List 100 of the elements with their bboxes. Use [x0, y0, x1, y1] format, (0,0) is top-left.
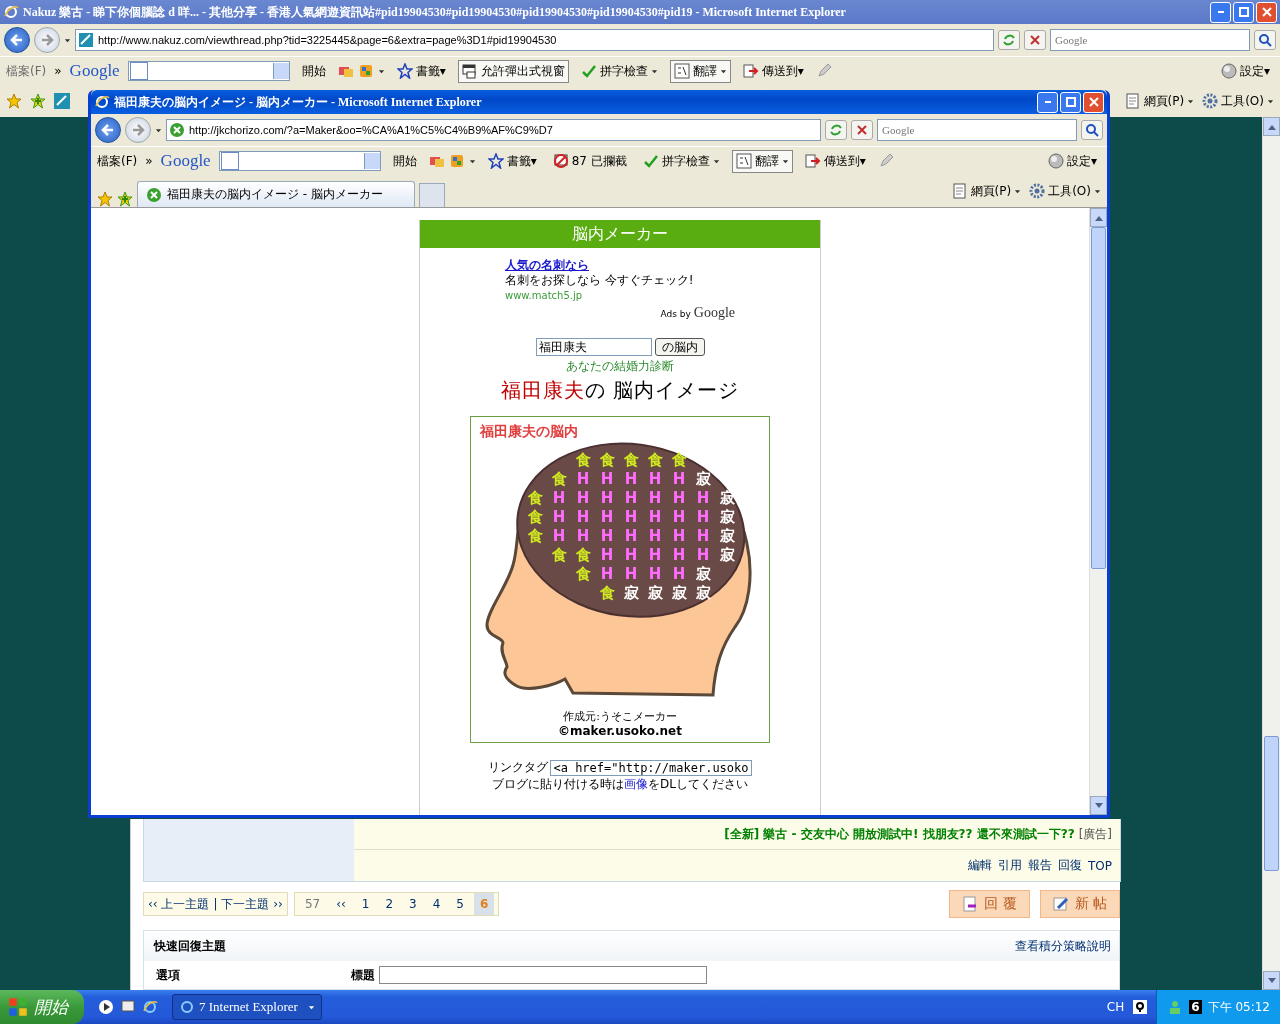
next-thread-link[interactable]: 下一主題 ›› [221, 895, 283, 913]
reply-button[interactable]: 回 覆 [949, 890, 1030, 918]
brain-word: H [600, 489, 614, 507]
brain-word: H [624, 508, 638, 526]
search-button[interactable]: 開始 [388, 149, 421, 173]
brain-word: H [648, 527, 662, 545]
search-combo[interactable] [218, 151, 381, 171]
brain-word: 寂 [719, 527, 735, 545]
brain-word: 食 [671, 451, 687, 469]
maximize-icon [1065, 97, 1076, 107]
name-input[interactable]: 福田康夫 [535, 338, 652, 356]
check-icon [580, 63, 597, 79]
address-field[interactable]: http://jkchorizo.com/?a=Maker&oo=%CA%A1%C5%C4%B9%AF%C9%D7 [166, 119, 821, 141]
pencil-icon [877, 153, 894, 169]
page-link[interactable]: 4 [426, 893, 447, 915]
brain-word: H [576, 527, 590, 545]
translate-button[interactable]: 翻譯 [731, 149, 793, 173]
popup-blocker-button[interactable]: 87 已攔截 [548, 149, 631, 173]
ad-title-link[interactable]: 人気の名刺なら [505, 258, 735, 273]
search-button[interactable] [1081, 120, 1103, 140]
minimize-button[interactable] [1037, 91, 1058, 113]
post-action-link[interactable]: 引用 [998, 857, 1022, 874]
page-menu[interactable]: 網頁(P) [951, 182, 1022, 200]
close-icon [1261, 7, 1272, 17]
site-icon [169, 122, 185, 138]
caret-icon [1014, 187, 1022, 195]
back-arrow-icon [10, 33, 24, 47]
brain-word: 食 [575, 451, 591, 469]
scroll-thumb[interactable] [1264, 735, 1279, 872]
page-link[interactable]: ‹‹ [330, 893, 352, 915]
close-icon [1088, 97, 1099, 107]
submit-button[interactable]: の脳内 [654, 338, 705, 356]
page-link[interactable]: 3 [403, 893, 423, 915]
scroll-thumb[interactable] [1091, 227, 1106, 570]
page-icon [1124, 93, 1141, 109]
ad-url[interactable]: www.match5.jp [505, 288, 735, 303]
copyright-text: ©maker.usoko.net [558, 724, 682, 738]
brain-word: 寂 [647, 584, 663, 602]
clock: 下午 05:12 [1207, 998, 1270, 1016]
post-action-link[interactable]: 報告 [1028, 857, 1052, 874]
brain-word: H [600, 470, 614, 488]
puzzle-icon [448, 153, 465, 169]
post-action-link[interactable]: 回復 [1058, 857, 1082, 874]
page-link[interactable]: 5 [450, 893, 470, 915]
ad-text[interactable]: [全新] 樂古 - 交友中心 開放測試中! 找朋友?? 還不來測試一下?? [724, 825, 1075, 843]
page-link[interactable]: 1 [355, 893, 376, 915]
language-indicator[interactable]: CH [1106, 1000, 1125, 1014]
browser-tab[interactable]: 福田康夫の脳内イメージ - 脳内メーカー [137, 181, 415, 207]
brain-word: H [672, 508, 686, 526]
send-button[interactable]: 傳送到▾ [800, 149, 870, 173]
star-icon [97, 191, 113, 207]
points-policy-link[interactable]: 查看積分策略說明 [1015, 937, 1111, 955]
media-player-icon [98, 999, 114, 1015]
scrollbar[interactable] [1089, 208, 1107, 815]
file-menu[interactable]: 檔案(F) [97, 152, 138, 170]
settings-icon [1047, 153, 1064, 169]
brain-word: H [624, 470, 638, 488]
search-field[interactable]: Google [877, 119, 1077, 141]
minimize-icon [1217, 11, 1224, 13]
star-icon [487, 153, 504, 169]
settings-button[interactable]: 設定▾ [1043, 149, 1101, 173]
brain-word: 寂 [719, 489, 735, 507]
tray-badge: 6 [1189, 1000, 1202, 1014]
spellcheck-button[interactable]: 拼字檢查 [638, 149, 724, 173]
windows-logo-icon [8, 997, 28, 1017]
caret-icon [308, 1003, 315, 1011]
back-button[interactable] [95, 117, 121, 143]
page-link[interactable]: 57 [298, 893, 327, 915]
close-button[interactable] [1083, 91, 1104, 113]
taskbar-button[interactable]: 7 Internet Explorer [172, 994, 322, 1020]
brain-word: 食 [527, 508, 543, 526]
brain-word: H [624, 565, 638, 583]
search-icon [1085, 123, 1099, 137]
caret-icon [712, 157, 720, 165]
google-logo: Google [69, 61, 120, 81]
post-action-link[interactable]: 編輯 [968, 857, 992, 874]
subject-input[interactable] [379, 966, 707, 984]
prev-thread-link[interactable]: ‹‹ 上一主題 [148, 895, 210, 913]
bookmarks-button[interactable]: 書籤▾ [483, 149, 541, 173]
link-tag-label: リンクタグ [488, 759, 549, 776]
brain-word: 食 [551, 546, 567, 564]
start-button[interactable]: 開始 [0, 990, 84, 1024]
refresh-button[interactable] [825, 120, 847, 140]
maximize-button[interactable] [1060, 91, 1081, 113]
new-post-button[interactable]: 新 帖 [1039, 890, 1120, 918]
google-logo: Google [693, 305, 735, 320]
stop-button[interactable] [851, 120, 873, 140]
page-link[interactable]: 2 [379, 893, 400, 915]
link-tag-field[interactable]: <a href="http://maker.usoko [550, 759, 752, 776]
post-action-link[interactable]: TOP [1088, 858, 1112, 873]
brain-word: 食 [647, 451, 663, 469]
stop-icon [1029, 34, 1041, 46]
image-link[interactable]: 画像 [624, 777, 649, 791]
refresh-icon [829, 123, 843, 137]
tools-menu[interactable]: 工具(O) [1029, 182, 1101, 200]
diagnosis-link[interactable]: あなたの結婚力診断 [566, 358, 674, 375]
brain-word: H [696, 546, 710, 564]
brain-word: H [600, 546, 614, 564]
chevron-button[interactable]: » [145, 154, 153, 168]
ie-icon [179, 999, 195, 1015]
